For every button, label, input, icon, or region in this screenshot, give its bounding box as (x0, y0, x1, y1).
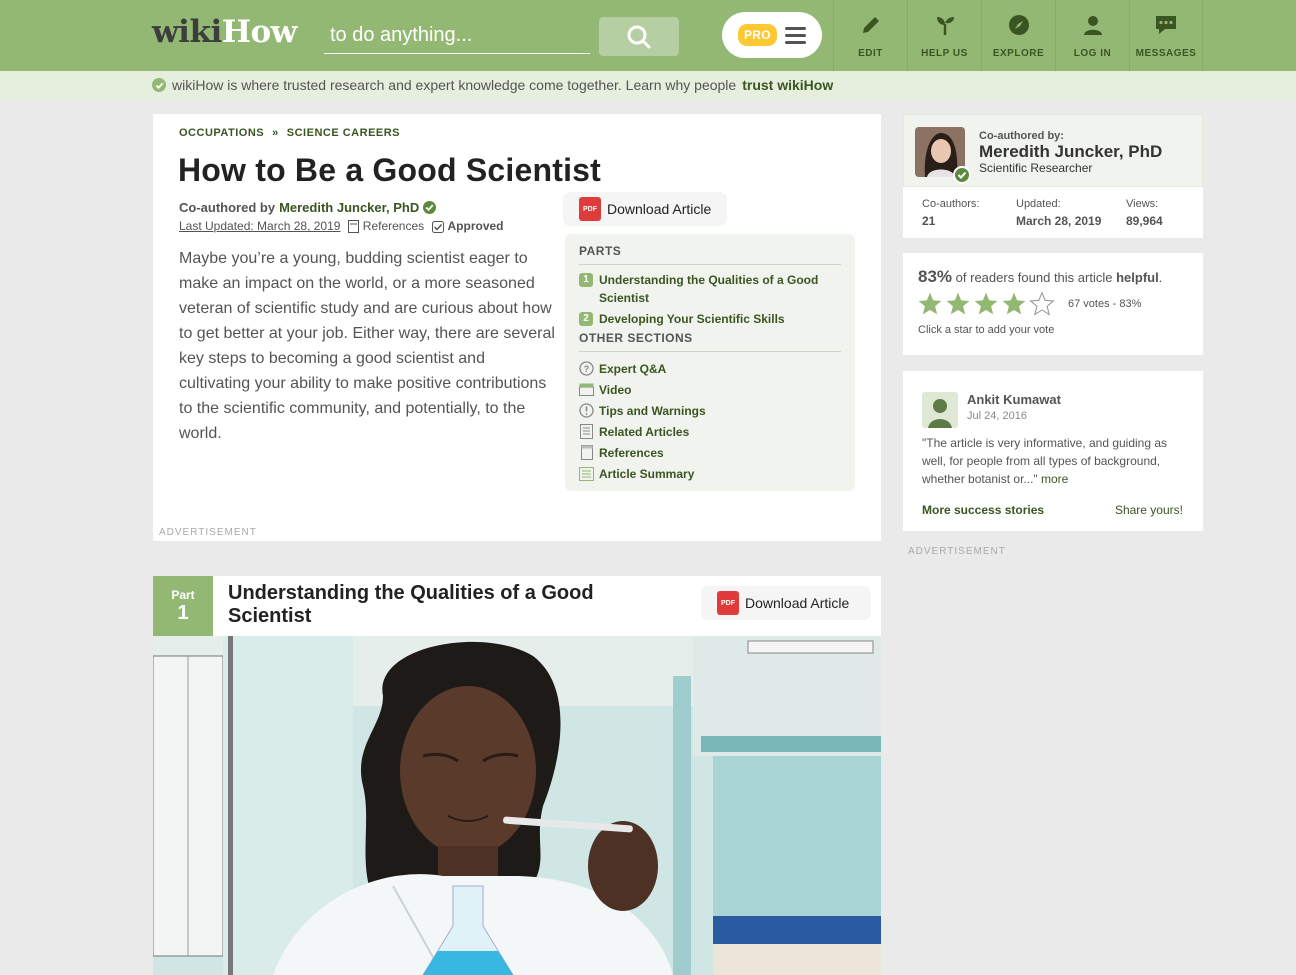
article-intro-card: OCCUPATIONS » SCIENCE CAREERS How to Be … (153, 114, 881, 541)
search-button[interactable] (599, 17, 679, 56)
check-icon (152, 78, 166, 92)
breadcrumb: OCCUPATIONS » SCIENCE CAREERS (179, 127, 401, 139)
more-success-stories-link[interactable]: More success stories (922, 503, 1044, 517)
pencil-icon (858, 12, 884, 38)
article-meta: Last Updated: March 28, 2019 References … (179, 219, 504, 234)
download-article-button[interactable]: PDF Download Article (563, 192, 728, 226)
toc-tips-warnings[interactable]: Tips and Warnings (579, 400, 841, 421)
pdf-icon: PDF (579, 197, 601, 221)
success-story-card: Ankit Kumawat Jul 24, 2016 "The article … (903, 371, 1203, 531)
toc-article-summary[interactable]: Article Summary (579, 463, 841, 484)
breadcrumb-science-careers[interactable]: SCIENCE CAREERS (287, 127, 400, 139)
table-of-contents: PARTS 1 Understanding the Qualities of a… (565, 234, 855, 491)
references-meta[interactable]: References (348, 219, 424, 234)
nav-help-us[interactable]: HELP US (907, 0, 981, 71)
verified-icon (423, 201, 437, 214)
advertisement-label: ADVERTISEMENT (159, 527, 257, 538)
review-date: Jul 24, 2016 (967, 410, 1027, 422)
question-icon: ? (579, 361, 594, 376)
page-icon (579, 445, 594, 460)
section-title: Understanding the Qualities of a Good Sc… (228, 582, 594, 627)
checkbox-check-icon (432, 220, 445, 233)
chat-bubble-icon (1153, 12, 1179, 38)
author-link[interactable]: Meredith Juncker, PhD (279, 200, 419, 215)
intro-paragraph: Maybe you’re a young, budding scientist … (179, 250, 555, 442)
scientist-illustration (153, 636, 881, 975)
page-icon (348, 220, 360, 234)
wikihow-logo[interactable]: wikiHow (152, 14, 297, 50)
author-name-link[interactable]: Meredith Juncker, PhD (979, 142, 1162, 162)
breadcrumb-occupations[interactable]: OCCUPATIONS (179, 127, 264, 139)
toc-parts-heading: PARTS (579, 244, 841, 265)
approved-meta[interactable]: Approved (432, 219, 504, 233)
reviewer-avatar (922, 392, 958, 428)
trust-text: wikiHow is where trusted research and ex… (172, 77, 737, 93)
sprout-icon (932, 12, 958, 38)
part-badge: Part 1 (153, 576, 213, 636)
star-icon-3[interactable] (973, 291, 999, 317)
search-icon (627, 25, 651, 48)
toc-part-2[interactable]: 2 Developing Your Scientific Skills (579, 310, 841, 328)
toc-part-1[interactable]: 1 Understanding the Qualities of a Good … (579, 271, 841, 307)
toc-related-articles[interactable]: Related Articles (579, 421, 841, 442)
hamburger-icon (784, 26, 806, 44)
stat-coauthors: Co-authors: 21 (922, 198, 980, 228)
search-input[interactable] (324, 18, 590, 54)
verified-icon (953, 166, 971, 184)
helpful-summary: 83% of readers found this article helpfu… (918, 267, 1163, 286)
last-updated-link[interactable]: Last Updated: March 28, 2019 (179, 219, 340, 233)
part-1-section: Part 1 Understanding the Qualities of a … (153, 576, 881, 975)
review-text: "The article is very informative, and gu… (922, 436, 1168, 486)
stat-views: Views: 89,964 (1126, 198, 1163, 228)
star-icon-5[interactable] (1029, 291, 1055, 317)
helpful-card: 83% of readers found this article helpfu… (903, 253, 1203, 355)
nav-log-in[interactable]: LOG IN (1055, 0, 1129, 71)
top-nav: EDIT HELP US EXPLORE LOG IN MESSAGES (833, 0, 1203, 71)
nav-explore[interactable]: EXPLORE (981, 0, 1055, 71)
toc-references[interactable]: References (579, 442, 841, 463)
exclamation-icon (579, 403, 594, 418)
share-yours-link[interactable]: Share yours! (1115, 503, 1183, 517)
author-card: Co-authored by: Meredith Juncker, PhD Sc… (903, 114, 1203, 238)
toc-video[interactable]: Video (579, 379, 841, 400)
stat-updated: Updated: March 28, 2019 (1016, 198, 1102, 228)
video-clapper-icon (579, 382, 594, 397)
toc-other-heading: OTHER SECTIONS (579, 331, 841, 352)
star-icon-4[interactable] (1001, 291, 1027, 317)
star-icon-1[interactable] (917, 291, 943, 317)
star-rating[interactable] (917, 291, 1055, 317)
author-role: Scientific Researcher (979, 161, 1093, 175)
review-more-link[interactable]: more (1041, 472, 1068, 486)
pdf-icon: PDF (717, 591, 739, 615)
pro-badge: PRO (738, 24, 777, 46)
trust-wikihow-link[interactable]: trust wikiHow (742, 77, 833, 93)
summary-icon (579, 466, 594, 481)
pro-menu-button[interactable]: PRO (722, 12, 822, 58)
page-title: How to Be a Good Scientist (178, 152, 602, 188)
sidebar-advertisement-label: ADVERTISEMENT (908, 546, 1006, 557)
reviewer-name: Ankit Kumawat (967, 392, 1061, 407)
votes-count: 67 votes - 83% (1068, 298, 1142, 310)
nav-messages[interactable]: MESSAGES (1129, 0, 1203, 71)
compass-icon (1006, 12, 1032, 38)
download-article-button[interactable]: PDF Download Article (701, 586, 871, 620)
toc-expert-qa[interactable]: ? Expert Q&A (579, 358, 841, 379)
vote-hint: Click a star to add your vote (918, 324, 1055, 336)
svg-text:?: ? (584, 364, 590, 374)
trust-bar: wikiHow is where trusted research and ex… (0, 71, 1296, 99)
site-header: wikiHow PRO EDIT HELP US EXPLORE LOG IN … (0, 0, 1296, 71)
coauthor-line: Co-authored by Meredith Juncker, PhD (179, 200, 437, 215)
nav-edit[interactable]: EDIT (833, 0, 907, 71)
user-icon (1080, 12, 1106, 38)
star-icon-2[interactable] (945, 291, 971, 317)
document-icon (579, 424, 594, 439)
